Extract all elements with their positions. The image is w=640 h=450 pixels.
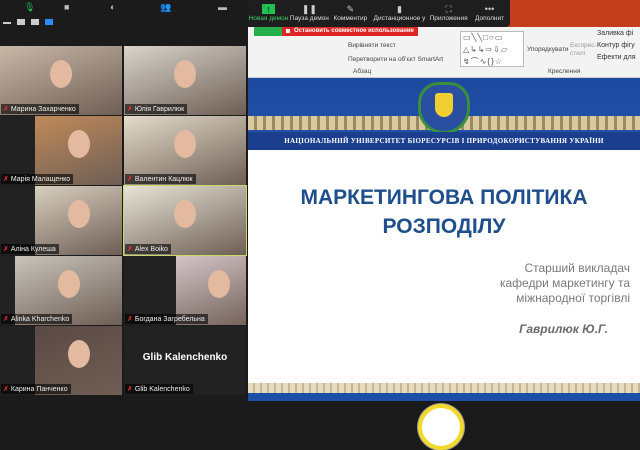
subtitle-line: Старший викладач xyxy=(524,261,630,275)
mouse-icon: ▮ xyxy=(396,4,402,14)
gallery-view-button[interactable] xyxy=(45,19,53,25)
shape-effects-button[interactable]: Ефекти для xyxy=(597,54,635,61)
muted-mic-icon: ✗ xyxy=(3,246,9,253)
participant-name-label: ✗ Марія Малащенко xyxy=(1,174,74,184)
speaker-view-button[interactable] xyxy=(31,19,39,25)
muted-mic-icon: ✗ xyxy=(3,316,9,323)
pause-icon: ❚❚ xyxy=(301,4,317,14)
participant-name-large: Glib Kalenchenko xyxy=(142,352,228,363)
muted-mic-icon: ✗ xyxy=(127,386,133,393)
quick-styles-button[interactable]: Експрес-стилі xyxy=(570,42,597,58)
participant-name-label: ✗ Карина Панченко xyxy=(1,384,71,394)
participant-tile[interactable]: Glib Kalenchenko ✗ Glib Kalenchenko xyxy=(124,326,246,395)
drawing-group-label: Креслення xyxy=(548,68,581,75)
title-line: РОЗПОДІЛУ xyxy=(382,215,506,238)
minimize-view-button[interactable] xyxy=(3,22,11,24)
pause-share-button[interactable]: ❚❚ Пауза демон xyxy=(289,0,330,27)
annotate-button[interactable]: ✎ Комментир xyxy=(330,0,371,27)
more-button[interactable]: ••• Дополнит xyxy=(469,0,510,27)
screen-share-toolbar: ↑ Новая демон ❚❚ Пауза демон ✎ Комментир ▮ Д… xyxy=(248,0,510,27)
bottom-ornament xyxy=(248,383,640,393)
slide-header-banner: НАЦІОНАЛЬНИЙ УНІВЕРСИТЕТ БІОРЕСУРСІВ І П… xyxy=(248,78,640,150)
chat-icon[interactable]: ▬ xyxy=(218,2,227,12)
align-text-button[interactable]: Вирівняти текст xyxy=(348,42,396,49)
participant-tile[interactable]: ✗ Аліна Кулеша xyxy=(0,186,122,255)
participant-tile[interactable]: ✗ Alex Boiko xyxy=(123,185,247,256)
participant-name-label: ✗ Юлія Гаврилюк xyxy=(125,104,188,114)
subtitle-line: міжнародної торгівлі xyxy=(516,291,630,305)
author-name: Гаврилюк Ю.Г. xyxy=(519,322,608,336)
shape-outline-button[interactable]: Контур фігу xyxy=(597,42,635,49)
participant-name-label: ✗ Glib Kalenchenko xyxy=(125,384,193,394)
muted-mic-icon: ✗ xyxy=(3,386,9,393)
stop-share-button[interactable]: Остановить совместное использование xyxy=(282,27,418,36)
participant-tile[interactable]: ✗ Карина Панченко xyxy=(0,326,122,395)
participant-tile[interactable]: ✗ Alinka Kharchenko xyxy=(0,256,122,325)
share-arrow-icon: ↑ xyxy=(262,4,275,14)
single-view-button[interactable] xyxy=(17,19,25,25)
apps-icon: ⛶ xyxy=(445,4,452,14)
coat-of-arms-logo xyxy=(418,82,470,134)
shape-fill-button[interactable]: Заливка фі xyxy=(597,30,633,37)
bottom-stripe xyxy=(248,393,640,401)
shapes-gallery[interactable]: ▭╲╲□○▭ △↳↳⇨⇩▱ ↯⌒∿{}☆ xyxy=(460,31,524,67)
view-switcher xyxy=(3,19,53,25)
participant-tile[interactable]: ✗ Валентин Кацлюк xyxy=(124,116,246,185)
participant-tile[interactable]: ✗ Марія Малащенко xyxy=(0,116,122,185)
subtitle-line: кафедри маркетингу та xyxy=(499,276,630,290)
participant-name-label: ✗ Alex Boiko xyxy=(125,244,171,254)
new-share-button[interactable]: ↑ Новая демон xyxy=(248,0,289,27)
video-icon[interactable]: ■ xyxy=(64,2,69,12)
paragraph-group-label: Абзац xyxy=(353,68,372,75)
convert-smartart-button[interactable]: Перетворити на об'єкт SmartArt xyxy=(348,56,443,63)
muted-mic-icon: ✗ xyxy=(3,106,9,113)
participant-name-label: ✗ Марина Захарченко xyxy=(1,104,79,114)
participant-name-label: ✗ Богдана Загребельна xyxy=(125,314,208,324)
presentation-slide: НАЦІОНАЛЬНИЙ УНІВЕРСИТЕТ БІОРЕСУРСІВ І П… xyxy=(248,78,640,450)
title-line: МАРКЕТИНГОВА ПОЛІТИКА xyxy=(300,186,588,209)
muted-mic-icon: ✗ xyxy=(127,176,133,183)
participant-tile[interactable]: ✗ Юлія Гаврилюк xyxy=(124,46,246,115)
shared-screen: Вирівняти текст Перетворити на об'єкт Sm… xyxy=(248,0,640,450)
participants-icon[interactable]: 👥 xyxy=(160,2,171,13)
muted-mic-icon: ✗ xyxy=(3,176,9,183)
zoom-top-toolbar: 🎙 ■ ◐ 👥 ▬ xyxy=(0,0,248,14)
participant-name-label: ✗ Alinka Kharchenko xyxy=(1,314,73,324)
department-logo xyxy=(418,404,464,450)
microphone-icon[interactable]: 🎙 xyxy=(24,2,35,13)
apps-button[interactable]: ⛶ Приложения xyxy=(428,0,469,27)
muted-mic-icon: ✗ xyxy=(127,246,133,253)
remote-control-button[interactable]: ▮ Дистанционное у xyxy=(371,0,428,27)
participant-name-label: ✗ Валентин Кацлюк xyxy=(125,174,196,184)
muted-mic-icon: ✗ xyxy=(127,106,133,113)
participant-tile[interactable]: ✗ Марина Захарченко xyxy=(0,46,122,115)
participant-tile[interactable]: ✗ Богдана Загребельна xyxy=(124,256,246,325)
shield-icon[interactable]: ◐ xyxy=(110,2,115,12)
sharing-indicator xyxy=(254,27,282,36)
participant-name-label: ✗ Аліна Кулеша xyxy=(1,244,59,254)
slide-subtitle: Старший викладач кафедри маркетингу та між… xyxy=(500,261,630,306)
muted-mic-icon: ✗ xyxy=(127,316,133,323)
pencil-icon: ✎ xyxy=(346,4,355,14)
slide-title: МАРКЕТИНГОВА ПОЛІТИКА РОЗПОДІЛУ xyxy=(258,183,630,241)
arrange-button[interactable]: Упорядкувати xyxy=(527,46,568,53)
participants-panel: 🎙 ■ ◐ 👥 ▬ ✗ Марина Захарченко ✗ Юлія Гаврил… xyxy=(0,0,248,401)
more-icon: ••• xyxy=(484,4,495,14)
university-name: НАЦІОНАЛЬНИЙ УНІВЕРСИТЕТ БІОРЕСУРСІВ І П… xyxy=(248,132,640,150)
